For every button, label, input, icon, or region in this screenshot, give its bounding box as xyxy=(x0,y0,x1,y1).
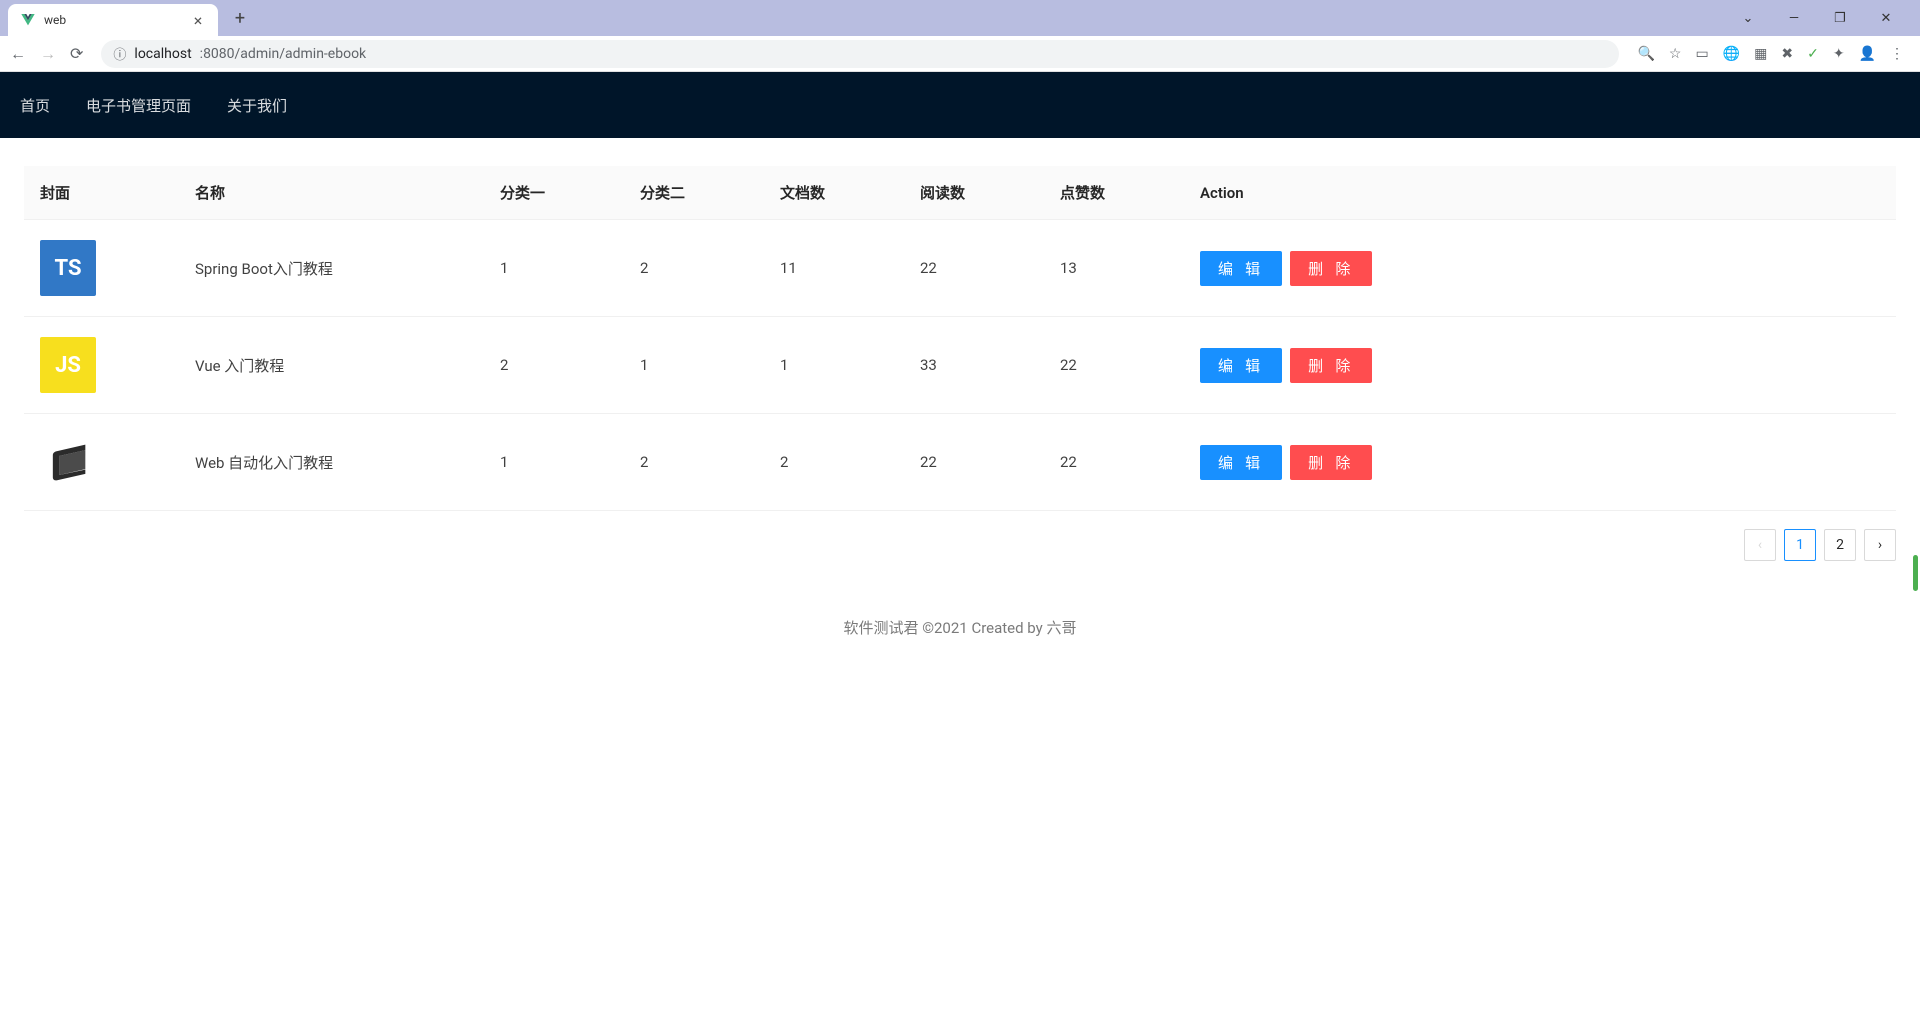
address-bar[interactable]: ⓘ localhost :8080/admin/admin-ebook xyxy=(101,40,1619,68)
cell-docs: 2 xyxy=(764,414,904,511)
tab-close-icon[interactable]: × xyxy=(190,12,206,28)
bookmark-icon[interactable]: ☆ xyxy=(1669,46,1682,62)
browser-tab[interactable]: web × xyxy=(8,4,218,36)
browser-chrome: web × + ⌄ — ❐ ✕ ← → ⟳ ⓘ localhost :8080/a… xyxy=(0,0,1920,72)
col-likes: 点赞数 xyxy=(1044,166,1184,220)
cell-action: 编 辑删 除 xyxy=(1184,220,1896,317)
nav-about[interactable]: 关于我们 xyxy=(227,95,287,116)
cell-cat2: 2 xyxy=(624,220,764,317)
cell-views: 22 xyxy=(904,414,1044,511)
edit-button[interactable]: 编 辑 xyxy=(1200,251,1282,286)
tab-title: web xyxy=(44,13,182,27)
reload-icon[interactable]: ⟳ xyxy=(70,44,83,63)
url-path: :8080/admin/admin-ebook xyxy=(200,46,366,62)
ext-3-icon[interactable]: ▦ xyxy=(1754,46,1767,62)
chevron-right-icon: › xyxy=(1878,537,1882,553)
col-cover: 封面 xyxy=(24,166,179,220)
ebook-table: 封面 名称 分类一 分类二 文档数 阅读数 点赞数 Action TS Sprin… xyxy=(24,166,1896,511)
url-host: localhost xyxy=(134,46,191,62)
cell-likes: 13 xyxy=(1044,220,1184,317)
window-close-icon[interactable]: ✕ xyxy=(1870,11,1902,26)
cell-name: Vue 入门教程 xyxy=(179,317,484,414)
col-cat1: 分类一 xyxy=(484,166,624,220)
page-2[interactable]: 2 xyxy=(1824,529,1856,561)
cell-cat1: 1 xyxy=(484,220,624,317)
cell-views: 33 xyxy=(904,317,1044,414)
cover-thumbnail xyxy=(40,434,96,490)
cell-name: Web 自动化入门教程 xyxy=(179,414,484,511)
cell-docs: 1 xyxy=(764,317,904,414)
nav-ebook-admin[interactable]: 电子书管理页面 xyxy=(86,95,191,116)
tab-bar: web × + ⌄ — ❐ ✕ xyxy=(0,0,1920,36)
menu-icon[interactable]: ⋮ xyxy=(1890,46,1904,62)
vue-favicon xyxy=(20,12,36,28)
cell-cover: TS xyxy=(24,220,179,317)
window-controls: ⌄ — ❐ ✕ xyxy=(1732,11,1912,26)
ext-1-icon[interactable]: ▭ xyxy=(1695,46,1708,62)
content: 封面 名称 分类一 分类二 文档数 阅读数 点赞数 Action TS Sprin… xyxy=(0,138,1920,511)
app-nav: 首页 电子书管理页面 关于我们 xyxy=(0,72,1920,138)
page-prev[interactable]: ‹ xyxy=(1744,529,1776,561)
cell-likes: 22 xyxy=(1044,414,1184,511)
cover-text: JS xyxy=(55,353,81,378)
cell-views: 22 xyxy=(904,220,1044,317)
delete-button[interactable]: 删 除 xyxy=(1290,445,1372,480)
col-action: Action xyxy=(1184,166,1896,220)
window-maximize-icon[interactable]: ❐ xyxy=(1824,11,1856,26)
col-docs: 文档数 xyxy=(764,166,904,220)
cover-thumbnail: TS xyxy=(40,240,96,296)
ext-4-icon[interactable]: ✖ xyxy=(1781,46,1793,62)
window-chevron-icon[interactable]: ⌄ xyxy=(1732,11,1764,26)
cell-likes: 22 xyxy=(1044,317,1184,414)
cell-name: Spring Boot入门教程 xyxy=(179,220,484,317)
table-row: JSVue 入门教程2113322编 辑删 除 xyxy=(24,317,1896,414)
toolbar-right: 🔍 ☆ ▭ 🌐 ▦ ✖ ✓ ✦ 👤 ⋮ xyxy=(1637,46,1910,62)
nav-home[interactable]: 首页 xyxy=(20,95,50,116)
delete-button[interactable]: 删 除 xyxy=(1290,348,1372,383)
cell-cat1: 2 xyxy=(484,317,624,414)
pagination: ‹ 12 › xyxy=(0,511,1920,561)
book-icon xyxy=(42,436,94,488)
chevron-left-icon: ‹ xyxy=(1758,537,1762,553)
nav-icons: ← → ⟳ xyxy=(10,44,83,64)
edit-button[interactable]: 编 辑 xyxy=(1200,348,1282,383)
scrollbar-indicator[interactable] xyxy=(1913,555,1918,591)
cell-cover: JS xyxy=(24,317,179,414)
window-minimize-icon[interactable]: — xyxy=(1778,11,1810,26)
browser-toolbar: ← → ⟳ ⓘ localhost :8080/admin/admin-ebook… xyxy=(0,36,1920,72)
cell-action: 编 辑删 除 xyxy=(1184,317,1896,414)
extensions-icon[interactable]: ✦ xyxy=(1833,46,1845,62)
col-name: 名称 xyxy=(179,166,484,220)
table-row: TSSpring Boot入门教程12112213编 辑删 除 xyxy=(24,220,1896,317)
col-cat2: 分类二 xyxy=(624,166,764,220)
col-views: 阅读数 xyxy=(904,166,1044,220)
cover-text: TS xyxy=(54,256,81,281)
back-icon[interactable]: ← xyxy=(10,44,26,64)
footer-text: 软件测试君 ©2021 Created by 六哥 xyxy=(0,617,1920,638)
ext-2-icon[interactable]: 🌐 xyxy=(1723,46,1740,62)
cell-docs: 11 xyxy=(764,220,904,317)
profile-icon[interactable]: 👤 xyxy=(1859,46,1876,62)
cell-action: 编 辑删 除 xyxy=(1184,414,1896,511)
cell-cover xyxy=(24,414,179,511)
cell-cat2: 1 xyxy=(624,317,764,414)
table-header-row: 封面 名称 分类一 分类二 文档数 阅读数 点赞数 Action xyxy=(24,166,1896,220)
zoom-icon[interactable]: 🔍 xyxy=(1637,46,1654,62)
edit-button[interactable]: 编 辑 xyxy=(1200,445,1282,480)
new-tab-button[interactable]: + xyxy=(226,8,254,29)
cover-thumbnail: JS xyxy=(40,337,96,393)
cell-cat1: 1 xyxy=(484,414,624,511)
cell-cat2: 2 xyxy=(624,414,764,511)
page-next[interactable]: › xyxy=(1864,529,1896,561)
table-row: Web 自动化入门教程1222222编 辑删 除 xyxy=(24,414,1896,511)
forward-icon[interactable]: → xyxy=(40,44,56,64)
delete-button[interactable]: 删 除 xyxy=(1290,251,1372,286)
page-1[interactable]: 1 xyxy=(1784,529,1816,561)
ext-5-icon[interactable]: ✓ xyxy=(1807,46,1819,62)
site-info-icon[interactable]: ⓘ xyxy=(113,44,126,63)
